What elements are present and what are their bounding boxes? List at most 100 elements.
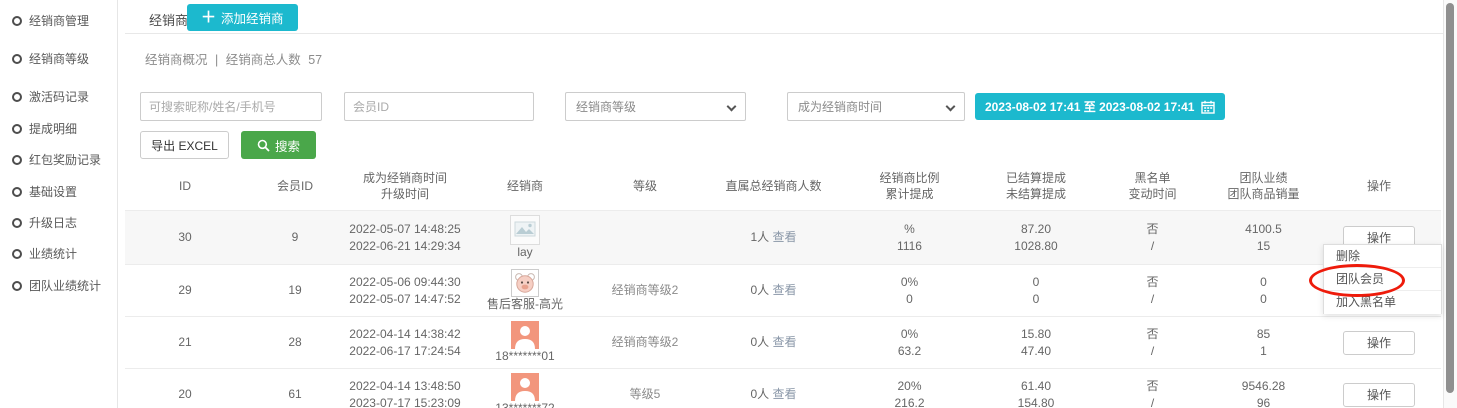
cell-level: 等级5: [585, 369, 705, 408]
distributor-name: 18*******01: [495, 349, 554, 364]
plus-icon: ＋: [201, 10, 216, 25]
menu-item-delete[interactable]: 删除: [1324, 245, 1441, 268]
cell-settled: 15.8047.40: [977, 317, 1095, 369]
sidebar-item-activation-codes[interactable]: 激活码记录: [12, 88, 89, 105]
export-excel-button[interactable]: 导出 EXCEL: [140, 131, 229, 159]
sidebar-item-team-performance-stats[interactable]: 团队业绩统计: [12, 277, 101, 294]
person-avatar: [511, 321, 539, 349]
add-distributor-button[interactable]: ＋ 添加经销商: [187, 4, 298, 31]
col-id: ID: [125, 164, 245, 211]
cell-times: 2022-04-14 13:48:502023-07-17 15:23:09: [345, 369, 465, 408]
calendar-icon: [1201, 100, 1215, 114]
sidebar-item-label: 提成明细: [29, 120, 77, 137]
cell-blacklist: 否/: [1095, 265, 1210, 317]
circle-icon: [12, 155, 22, 165]
menu-item-team-members[interactable]: 团队会员: [1324, 268, 1441, 291]
row-action-button[interactable]: 操作: [1343, 331, 1415, 355]
circle-icon: [12, 249, 22, 259]
distributor-admin-page: 经销商管理 经销商等级 激活码记录 提成明细 红包奖励记录 基础设置 升级日志 …: [0, 0, 1457, 408]
sidebar-item-upgrade-log[interactable]: 升级日志: [12, 214, 77, 231]
cell-times: 2022-05-07 14:48:252022-06-21 14:29:34: [345, 211, 465, 265]
table-row: 29 19 2022-05-06 09:44:302022-05-07 14:4…: [125, 265, 1441, 317]
sidebar-item-redpacket-records[interactable]: 红包奖励记录: [12, 151, 101, 168]
table-row: 21 28 2022-04-14 14:38:422022-06-17 17:2…: [125, 317, 1441, 369]
become-time-select-value: 成为经销商时间: [798, 98, 882, 115]
sidebar-item-label: 基础设置: [29, 183, 77, 200]
level-select-value: 经销商等级: [576, 98, 636, 115]
view-link[interactable]: 查看: [773, 283, 797, 297]
summary-line: 经销商概况 | 经销商总人数 57: [145, 49, 326, 68]
cell-id: 21: [125, 317, 245, 369]
cell-ratio: 0%0: [842, 265, 977, 317]
col-direct-count: 直属总经销商人数: [705, 164, 842, 211]
cell-level: [585, 211, 705, 265]
circle-icon: [12, 218, 22, 228]
circle-icon: [12, 281, 22, 291]
sidebar-item-distributor-mgmt[interactable]: 经销商管理: [12, 12, 89, 29]
date-range-text: 2023-08-02 17:41 至 2023-08-02 17:41: [985, 98, 1195, 115]
cell-actions: 操作: [1317, 369, 1441, 408]
sidebar-item-distributor-level[interactable]: 经销商等级: [12, 50, 89, 67]
cell-distributor: lay: [465, 211, 585, 265]
cell-member-id: 61: [245, 369, 345, 408]
col-blacklist: 黑名单变动时间: [1095, 164, 1210, 211]
cell-level: 经销商等级2: [585, 317, 705, 369]
cell-direct-count: 0人 查看: [705, 265, 842, 317]
table-row: 30 9 2022-05-07 14:48:252022-06-21 14:29…: [125, 211, 1441, 265]
sidebar-item-label: 团队业绩统计: [29, 277, 101, 294]
sidebar-item-commission-detail[interactable]: 提成明细: [12, 120, 77, 137]
sidebar-item-label: 激活码记录: [29, 88, 89, 105]
view-link[interactable]: 查看: [773, 387, 797, 401]
sidebar-item-label: 经销商管理: [29, 12, 89, 29]
tab-distributor[interactable]: 经销商: [149, 10, 188, 29]
vertical-scrollbar-track[interactable]: [1443, 0, 1457, 408]
sidebar-item-label: 经销商等级: [29, 50, 89, 67]
circle-icon: [12, 187, 22, 197]
search-input[interactable]: [140, 92, 322, 121]
cell-ratio: %1116: [842, 211, 977, 265]
chevron-down-icon: [946, 102, 956, 112]
view-link[interactable]: 查看: [773, 335, 797, 349]
search-button-label: 搜索: [275, 136, 300, 155]
cell-team: 00: [1210, 265, 1317, 317]
level-select[interactable]: 经销商等级: [565, 92, 746, 121]
cell-direct-count: 0人 查看: [705, 369, 842, 408]
cell-ratio: 0%63.2: [842, 317, 977, 369]
circle-icon: [12, 124, 22, 134]
menu-item-add-to-blacklist[interactable]: 加入黑名单: [1324, 291, 1441, 314]
cell-direct-count: 1人 查看: [705, 211, 842, 265]
search-button[interactable]: 搜索: [241, 131, 316, 159]
cell-distributor: 售后客服-高光: [465, 265, 585, 317]
cell-member-id: 19: [245, 265, 345, 317]
become-time-select[interactable]: 成为经销商时间: [787, 92, 965, 121]
member-id-input[interactable]: [344, 92, 534, 121]
summary-divider: |: [215, 53, 218, 67]
view-link[interactable]: 查看: [773, 230, 797, 244]
cell-id: 29: [125, 265, 245, 317]
overview-label: 经销商概况: [145, 53, 208, 67]
sidebar-item-label: 业绩统计: [29, 245, 77, 262]
broken-image-avatar: [510, 215, 540, 245]
col-level: 等级: [585, 164, 705, 211]
search-icon: [257, 139, 270, 152]
date-range-button[interactable]: 2023-08-02 17:41 至 2023-08-02 17:41: [975, 93, 1225, 120]
cell-settled: 61.40154.80: [977, 369, 1095, 408]
col-ratio: 经销商比例累计提成: [842, 164, 977, 211]
sidebar-item-basic-settings[interactable]: 基础设置: [12, 183, 77, 200]
person-avatar: [511, 373, 539, 401]
cell-member-id: 28: [245, 317, 345, 369]
cell-distributor: 13*******72: [465, 369, 585, 408]
cell-ratio: 20%216.2: [842, 369, 977, 408]
sidebar-item-performance-stats[interactable]: 业绩统计: [12, 245, 77, 262]
cell-id: 20: [125, 369, 245, 408]
tab-bar: 经销商 ＋ 添加经销商: [125, 0, 1443, 34]
vertical-scrollbar-thumb[interactable]: [1446, 3, 1454, 393]
sidebar-item-label: 升级日志: [29, 214, 77, 231]
circle-icon: [12, 54, 22, 64]
cell-direct-count: 0人 查看: [705, 317, 842, 369]
total-count-value: 57: [308, 53, 322, 67]
total-count-label: 经销商总人数: [226, 53, 301, 67]
circle-icon: [12, 92, 22, 102]
action-dropdown-menu: 删除 团队会员 加入黑名单: [1323, 244, 1442, 314]
row-action-button[interactable]: 操作: [1343, 383, 1415, 407]
